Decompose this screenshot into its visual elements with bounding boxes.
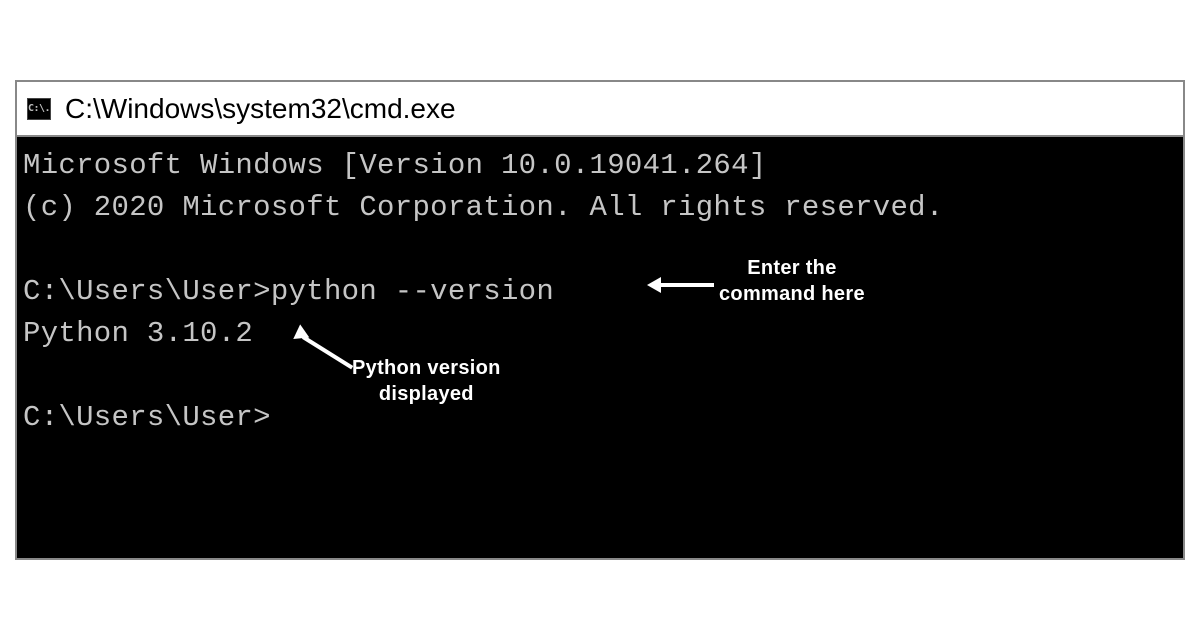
annotation-command-line2: command here: [719, 281, 865, 307]
terminal-prompt: C:\Users\User>: [23, 275, 271, 308]
annotation-version-line1: Python version: [352, 355, 501, 381]
cmd-window: C:\. C:\Windows\system32\cmd.exe Microso…: [15, 80, 1185, 560]
annotation-command: Enter the command here: [719, 255, 865, 307]
window-title: C:\Windows\system32\cmd.exe: [65, 93, 456, 125]
terminal-output: Python 3.10.2: [23, 313, 1177, 355]
annotation-version-line2: displayed: [352, 381, 501, 407]
cmd-icon: C:\.: [27, 98, 51, 120]
terminal-prompt-2: C:\Users\User>: [23, 397, 1177, 439]
cmd-icon-text: C:\.: [28, 103, 50, 114]
annotation-command-line1: Enter the: [719, 255, 865, 281]
terminal-command-input[interactable]: python --version: [271, 275, 554, 308]
terminal-blank-2: [23, 355, 1177, 397]
terminal-command-line: C:\Users\User>python --version: [23, 271, 1177, 313]
terminal-banner-line1: Microsoft Windows [Version 10.0.19041.26…: [23, 145, 1177, 187]
annotation-version: Python version displayed: [352, 355, 501, 407]
terminal-blank: [23, 229, 1177, 271]
terminal-banner-line2: (c) 2020 Microsoft Corporation. All righ…: [23, 187, 1177, 229]
terminal-area[interactable]: Microsoft Windows [Version 10.0.19041.26…: [17, 137, 1183, 558]
window-titlebar[interactable]: C:\. C:\Windows\system32\cmd.exe: [17, 82, 1183, 137]
